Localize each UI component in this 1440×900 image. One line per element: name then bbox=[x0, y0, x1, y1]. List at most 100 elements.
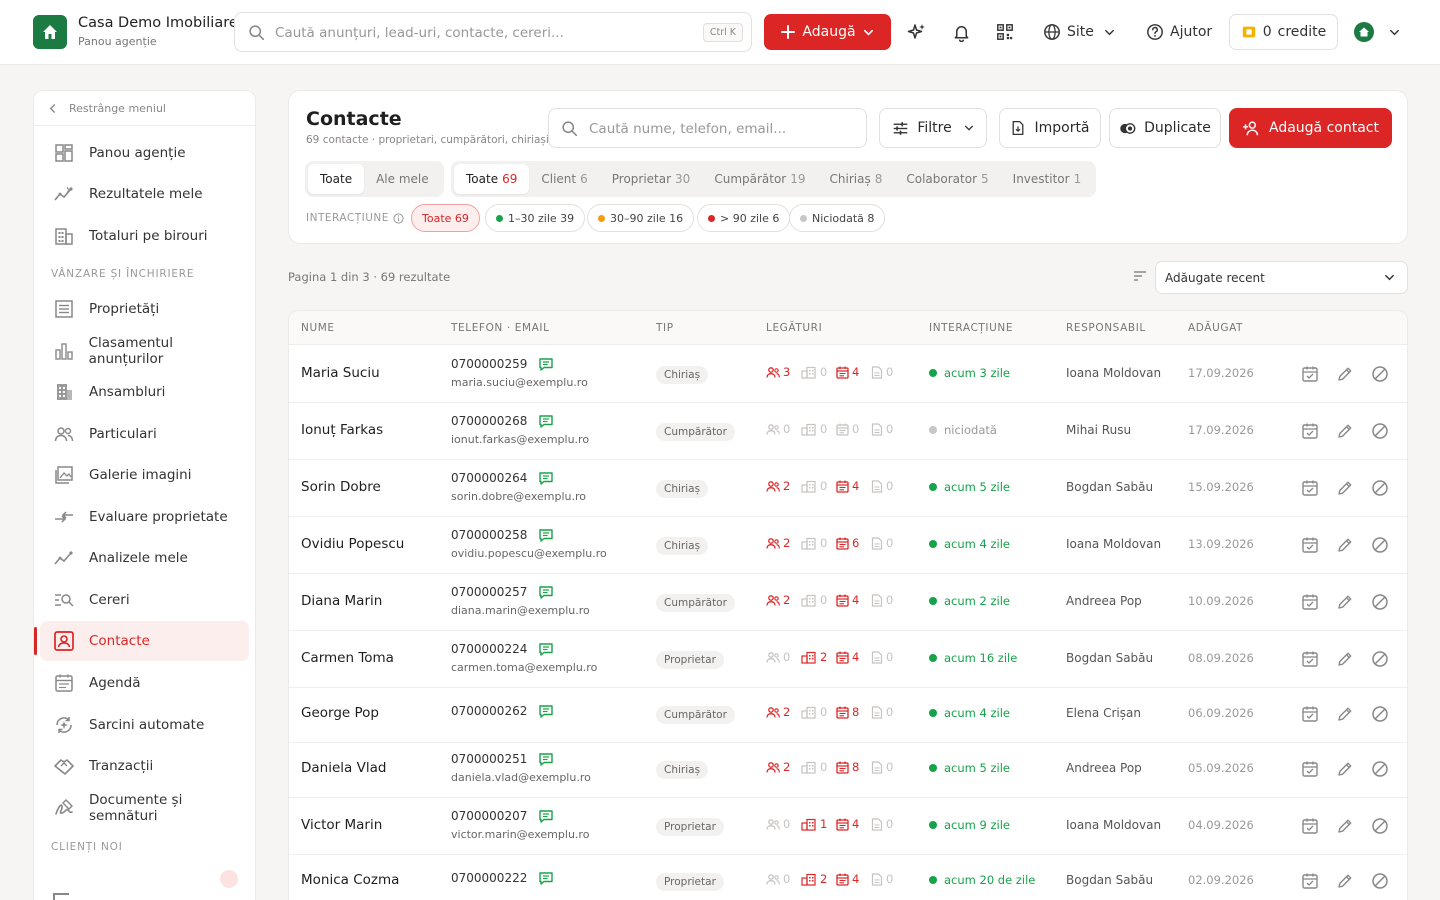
people-link-count[interactable]: 0 bbox=[766, 650, 790, 664]
contacts-search-input[interactable] bbox=[589, 118, 849, 140]
edit-icon[interactable] bbox=[1336, 536, 1354, 554]
calendar-link-count[interactable]: 8 bbox=[836, 705, 859, 719]
sidebar-item-automated-tasks[interactable]: Sarcini automate bbox=[40, 705, 249, 745]
sidebar-item-listings-ranking[interactable]: Clasamentul anunțurilor bbox=[40, 331, 249, 371]
column-header-added[interactable]: ADĂUGAT bbox=[1188, 322, 1243, 334]
global-search-input[interactable] bbox=[275, 22, 675, 44]
people-link-count[interactable]: 2 bbox=[766, 593, 790, 607]
contact-phone[interactable]: 0700000258 bbox=[451, 528, 527, 542]
people-link-count[interactable]: 2 bbox=[766, 479, 790, 493]
block-icon[interactable] bbox=[1371, 872, 1389, 890]
sidebar-item-complexes[interactable]: Ansambluri bbox=[40, 372, 249, 412]
contact-email[interactable]: maria.suciu@exemplu.ro bbox=[451, 376, 588, 389]
schedule-icon[interactable] bbox=[1301, 365, 1319, 383]
tab-type-collaborator[interactable]: Colaborator 5 bbox=[894, 164, 1000, 194]
edit-icon[interactable] bbox=[1336, 760, 1354, 778]
sort-select[interactable]: Adăugate recent bbox=[1155, 261, 1408, 294]
people-link-count[interactable]: 2 bbox=[766, 760, 790, 774]
sidebar-item-agenda[interactable]: Agendă bbox=[40, 663, 249, 703]
contact-email[interactable]: carmen.toma@exemplu.ro bbox=[451, 661, 597, 674]
table-row[interactable]: Diana Marin 0700000257 diana.marin@exemplu… bbox=[289, 574, 1407, 631]
message-icon[interactable] bbox=[539, 528, 554, 542]
import-button[interactable]: Importă bbox=[999, 108, 1101, 148]
property-link-count[interactable]: 0 bbox=[801, 593, 827, 607]
chip-interaction-30-90[interactable]: 30–90 zile 16 bbox=[587, 204, 695, 232]
block-icon[interactable] bbox=[1371, 365, 1389, 383]
edit-icon[interactable] bbox=[1336, 593, 1354, 611]
table-row[interactable]: Sorin Dobre 0700000264 sorin.dobre@exemplu… bbox=[289, 460, 1407, 517]
schedule-icon[interactable] bbox=[1301, 422, 1319, 440]
duplicates-button[interactable]: Duplicate bbox=[1109, 108, 1221, 148]
schedule-icon[interactable] bbox=[1301, 817, 1319, 835]
contact-phone[interactable]: 0700000224 bbox=[451, 642, 527, 656]
contact-phone[interactable]: 0700000257 bbox=[451, 585, 527, 599]
message-icon[interactable] bbox=[539, 752, 554, 766]
schedule-icon[interactable] bbox=[1301, 872, 1319, 890]
table-row[interactable]: Ionuț Farkas 0700000268 ionut.farkas@exemp… bbox=[289, 403, 1407, 460]
people-link-count[interactable]: 0 bbox=[766, 817, 790, 831]
sidebar-item-documents[interactable]: Documente și semnături bbox=[40, 788, 249, 828]
document-link-count[interactable]: 0 bbox=[871, 422, 893, 436]
table-row[interactable]: Daniela Vlad 0700000251 daniela.vlad@exemp… bbox=[289, 741, 1407, 798]
sidebar-item-transactions[interactable]: Tranzacții bbox=[40, 746, 249, 786]
calendar-link-count[interactable]: 4 bbox=[836, 593, 859, 607]
add-contact-button[interactable]: Adaugă contact bbox=[1229, 108, 1392, 148]
notifications-button[interactable] bbox=[949, 20, 973, 44]
contact-name[interactable]: Sorin Dobre bbox=[301, 479, 381, 495]
contact-phone[interactable]: 0700000264 bbox=[451, 471, 527, 485]
sidebar-item-requests[interactable]: Cereri bbox=[40, 580, 249, 620]
edit-icon[interactable] bbox=[1336, 650, 1354, 668]
property-link-count[interactable]: 2 bbox=[801, 872, 827, 886]
contact-name[interactable]: George Pop bbox=[301, 705, 379, 721]
block-icon[interactable] bbox=[1371, 479, 1389, 497]
message-icon[interactable] bbox=[539, 414, 554, 428]
brand-logo[interactable] bbox=[33, 15, 67, 49]
edit-icon[interactable] bbox=[1336, 479, 1354, 497]
edit-icon[interactable] bbox=[1336, 705, 1354, 723]
calendar-link-count[interactable]: 4 bbox=[836, 817, 859, 831]
contact-name[interactable]: Ionuț Farkas bbox=[301, 422, 383, 438]
edit-icon[interactable] bbox=[1336, 365, 1354, 383]
document-link-count[interactable]: 0 bbox=[871, 872, 893, 886]
site-menu[interactable]: Site bbox=[1043, 20, 1115, 44]
calendar-link-count[interactable]: 4 bbox=[836, 872, 859, 886]
chip-interaction-never[interactable]: Niciodată 8 bbox=[789, 204, 886, 232]
edit-icon[interactable] bbox=[1336, 817, 1354, 835]
block-icon[interactable] bbox=[1371, 760, 1389, 778]
schedule-icon[interactable] bbox=[1301, 760, 1319, 778]
column-header-name[interactable]: NUME bbox=[301, 322, 335, 334]
contact-name[interactable]: Victor Marin bbox=[301, 817, 382, 833]
people-link-count[interactable]: 2 bbox=[766, 536, 790, 550]
table-row[interactable]: Maria Suciu 0700000259 maria.suciu@exemplu… bbox=[289, 346, 1407, 403]
contact-name[interactable]: Ovidiu Popescu bbox=[301, 536, 404, 552]
contact-name[interactable]: Maria Suciu bbox=[301, 365, 380, 381]
sidebar-item-dashboard[interactable]: Panou agenție bbox=[40, 133, 249, 173]
block-icon[interactable] bbox=[1371, 650, 1389, 668]
message-icon[interactable] bbox=[539, 871, 554, 885]
contact-phone[interactable]: 0700000222 bbox=[451, 871, 527, 885]
user-menu-chevron[interactable] bbox=[1382, 20, 1406, 44]
table-row[interactable]: George Pop 0700000262 Cumpărător 2 0 8 0 acum 4… bbox=[289, 686, 1407, 743]
column-header-interaction[interactable]: INTERACȚIUNE bbox=[929, 322, 1013, 334]
property-link-count[interactable]: 0 bbox=[801, 536, 827, 550]
add-button[interactable]: Adaugă bbox=[764, 14, 891, 50]
contact-phone[interactable]: 0700000251 bbox=[451, 752, 527, 766]
calendar-link-count[interactable]: 8 bbox=[836, 760, 859, 774]
schedule-icon[interactable] bbox=[1301, 705, 1319, 723]
calendar-link-count[interactable]: 0 bbox=[836, 422, 859, 436]
contact-email[interactable]: daniela.vlad@exemplu.ro bbox=[451, 771, 591, 784]
tab-type-owner[interactable]: Proprietar 30 bbox=[600, 164, 703, 194]
calendar-link-count[interactable]: 4 bbox=[836, 365, 859, 379]
calendar-link-count[interactable]: 4 bbox=[836, 650, 859, 664]
document-link-count[interactable]: 0 bbox=[871, 650, 893, 664]
property-link-count[interactable]: 0 bbox=[801, 760, 827, 774]
tab-type-all[interactable]: Toate 69 bbox=[454, 164, 530, 194]
sidebar-item-image-gallery[interactable]: Galerie imagini bbox=[40, 455, 249, 495]
edit-icon[interactable] bbox=[1336, 422, 1354, 440]
sidebar-item-office-totals[interactable]: Totaluri pe birouri bbox=[40, 216, 249, 256]
contact-email[interactable]: ionut.farkas@exemplu.ro bbox=[451, 433, 589, 446]
tab-type-buyer[interactable]: Cumpărător 19 bbox=[702, 164, 817, 194]
ai-sparkle-button[interactable] bbox=[905, 20, 929, 44]
sidebar-item-contacts[interactable]: Contacte bbox=[34, 621, 249, 661]
contact-phone[interactable]: 0700000268 bbox=[451, 414, 527, 428]
